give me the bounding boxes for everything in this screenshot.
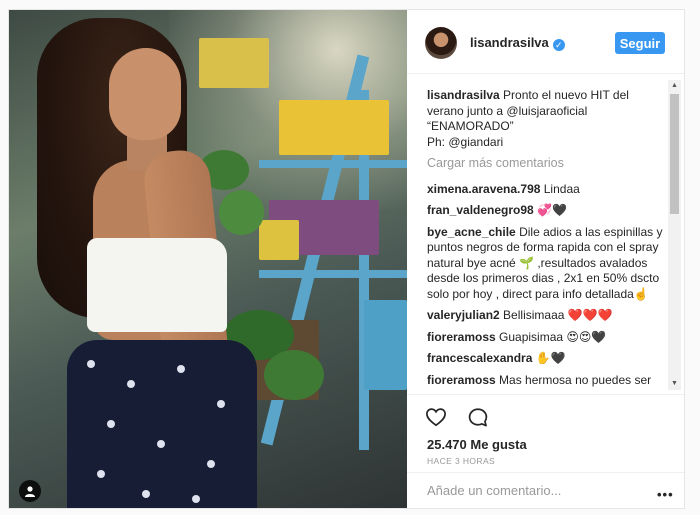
caption: lisandrasilva Pronto el nuevo HIT del ve… (427, 88, 667, 150)
comment-item: bye_acne_chile Dile adios a las espinill… (427, 225, 667, 303)
scroll-down-arrow-icon[interactable]: ▼ (668, 378, 681, 390)
post-header: lisandrasilva ✓ Seguir (407, 10, 684, 74)
photo-crate (259, 220, 299, 260)
more-options-icon[interactable]: ••• (657, 487, 674, 502)
comment-icon[interactable] (467, 407, 489, 433)
comment-username[interactable]: bye_acne_chile (427, 225, 516, 239)
post-timestamp[interactable]: HACE 3 HORAS (427, 456, 495, 466)
comment-text: Bellisimaaa ❤️❤️❤️ (499, 308, 613, 322)
photo-plant (264, 350, 324, 400)
comment-item: fioreramoss Guapisimaa 😍😍🖤 (427, 330, 667, 346)
photo-shelf (259, 270, 407, 278)
photo-person-face (109, 48, 181, 140)
comment-username[interactable]: fioreramoss (427, 330, 496, 344)
comments-list[interactable]: lisandrasilva Pronto el nuevo HIT del ve… (427, 88, 667, 394)
caption-credit: Ph: @giandari (427, 134, 504, 149)
photo-shelf (259, 160, 407, 168)
caption-username[interactable]: lisandrasilva (427, 88, 500, 102)
post-side-panel: lisandrasilva ✓ Seguir lisandrasilva Pron… (407, 10, 684, 508)
comment-text: Lindaa (540, 181, 580, 196)
load-more-comments-link[interactable]: Cargar más comentarios (427, 156, 667, 172)
photo-crate (199, 38, 269, 88)
comment-item: valeryjulian2 Bellisimaaa ❤️❤️❤️ (427, 308, 667, 324)
add-comment-input[interactable]: Añade un comentario... (427, 483, 561, 498)
verified-badge-icon: ✓ (552, 39, 565, 51)
comment-text: Guapisimaa 😍😍🖤 (495, 329, 607, 344)
post-card: lisandrasilva ✓ Seguir lisandrasilva Pron… (8, 9, 685, 509)
add-comment-bar: Añade un comentario... ••• (407, 472, 684, 508)
comment-username[interactable]: ximena.aravena.798 (427, 182, 540, 196)
likes-count[interactable]: 25.470 Me gusta (427, 437, 527, 452)
comment-item: francescalexandra ✋🖤 (427, 351, 667, 367)
avatar[interactable] (425, 27, 457, 59)
photo-floral-skirt (67, 340, 257, 508)
scroll-up-arrow-icon[interactable]: ▲ (668, 80, 681, 92)
scrollbar-thumb[interactable] (670, 94, 679, 214)
comment-username[interactable]: valeryjulian2 (427, 308, 500, 322)
comment-text: Mas hermosa no puedes ser (495, 372, 652, 387)
comment-username[interactable]: francescalexandra (427, 351, 532, 365)
comment-username[interactable]: fran_valdenegro98 (427, 203, 534, 217)
comments-scrollbar[interactable]: ▲ ▼ (668, 80, 681, 390)
photo-crate (279, 100, 389, 155)
photo-plant (219, 190, 264, 235)
user-tag-icon[interactable] (19, 480, 41, 502)
username-link[interactable]: lisandrasilva ✓ (470, 35, 565, 51)
post-photo[interactable] (9, 10, 407, 508)
comment-username[interactable]: fioreramoss (427, 373, 496, 387)
post-actions: 25.470 Me gusta HACE 3 HORAS (407, 394, 684, 472)
comment-text: 💞🖤 (533, 203, 567, 217)
heart-icon[interactable] (425, 407, 447, 432)
comment-text: ✋🖤 (532, 351, 566, 365)
comment-item: ximena.aravena.798 Lindaa (427, 182, 667, 198)
comment-item: fran_valdenegro98 💞🖤 (427, 203, 667, 219)
username-text[interactable]: lisandrasilva (470, 35, 549, 50)
comment-item: fioreramoss Mas hermosa no puedes ser (427, 373, 667, 389)
photo-crate (364, 300, 407, 390)
follow-button[interactable]: Seguir (615, 32, 665, 54)
photo-white-top (87, 238, 227, 332)
